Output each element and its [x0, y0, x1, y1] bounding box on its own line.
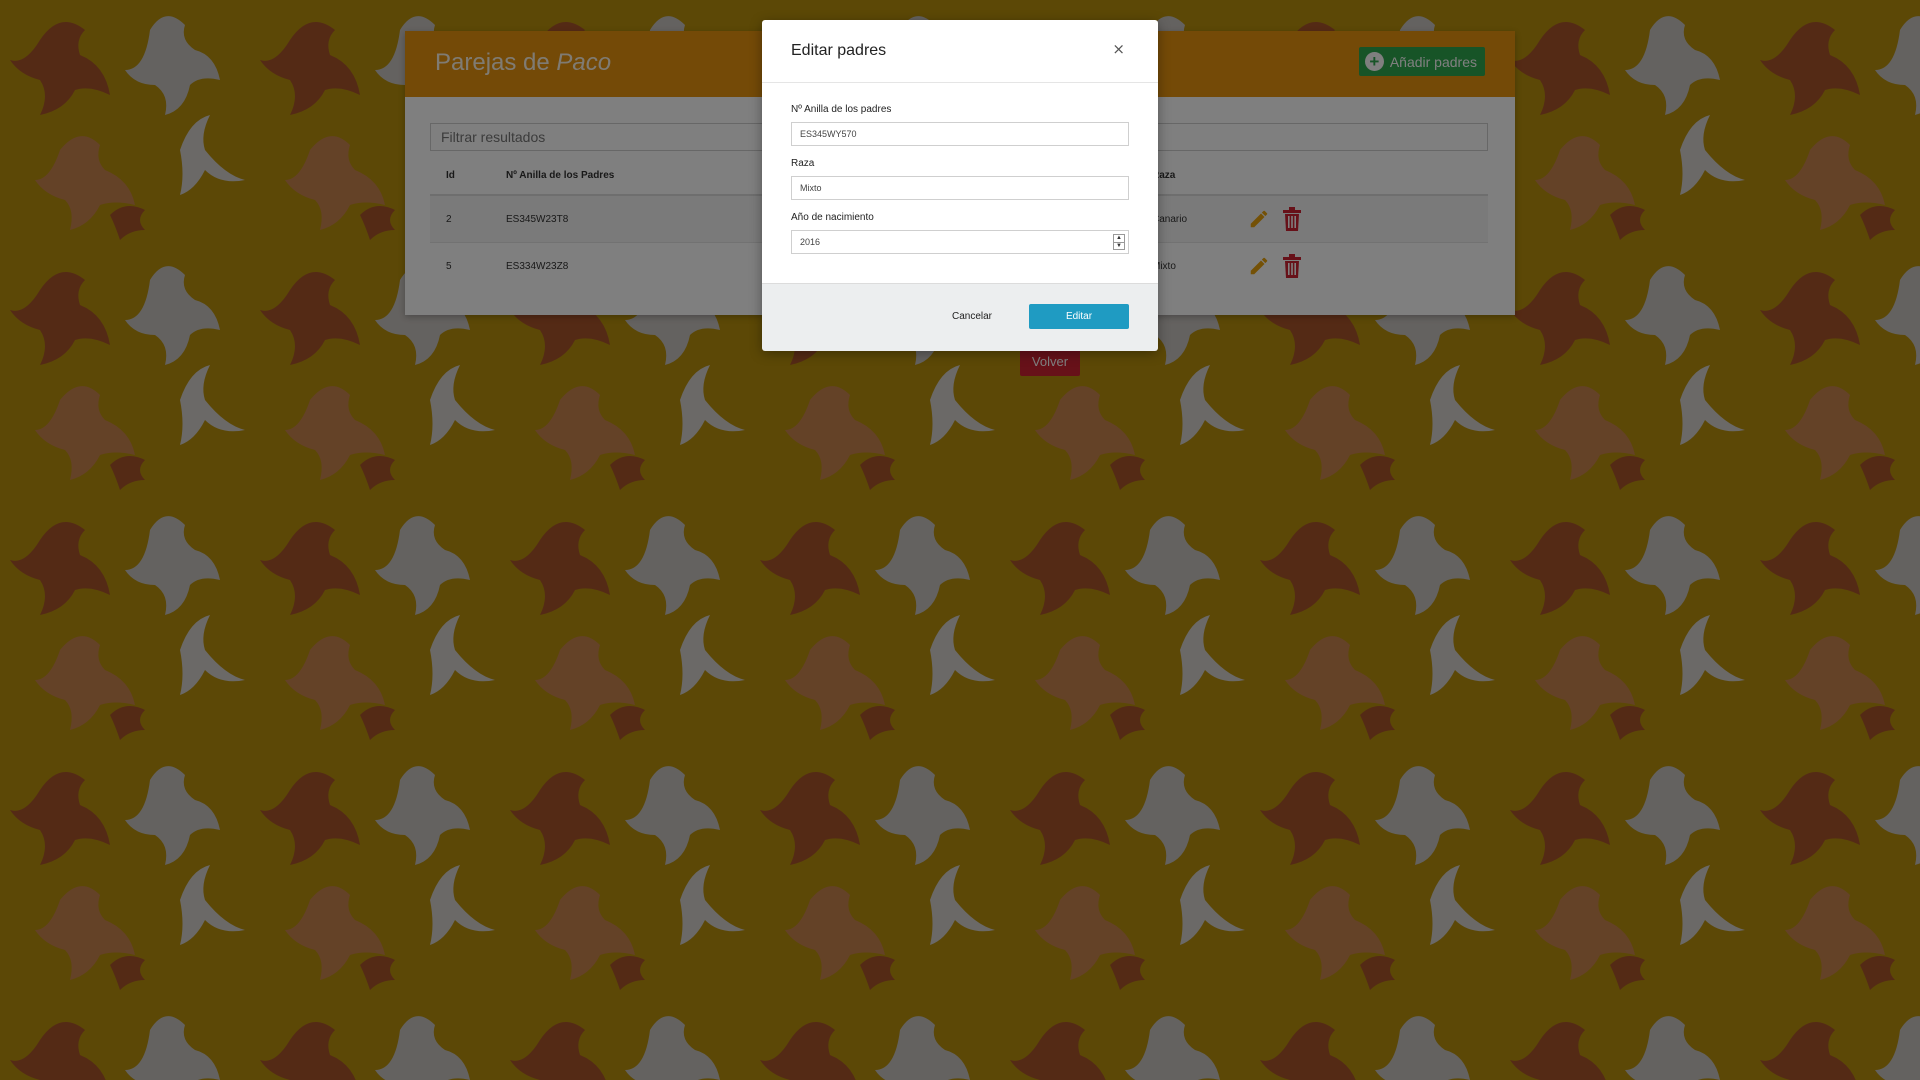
submit-edit-button[interactable]: Editar	[1029, 304, 1129, 329]
stepper-down-icon[interactable]: ▼	[1114, 242, 1124, 250]
edit-parents-modal: Editar padres × Nº Anilla de los padres …	[762, 20, 1158, 351]
breed-input[interactable]	[791, 176, 1129, 200]
year-label: Año de nacimiento	[791, 212, 874, 223]
year-field: ▲ ▼	[791, 230, 1129, 254]
modal-header: Editar padres ×	[762, 20, 1158, 83]
modal-footer: Cancelar Editar	[762, 283, 1158, 351]
close-icon[interactable]: ×	[1106, 39, 1131, 59]
cancel-button[interactable]: Cancelar	[932, 304, 1012, 328]
ring-label: Nº Anilla de los padres	[791, 104, 892, 115]
breed-label: Raza	[791, 158, 815, 169]
year-stepper[interactable]: ▲ ▼	[1113, 234, 1125, 250]
stepper-up-icon[interactable]: ▲	[1114, 235, 1124, 242]
modal-title: Editar padres	[791, 42, 887, 59]
ring-input[interactable]	[791, 122, 1129, 146]
year-input[interactable]	[792, 231, 1108, 253]
